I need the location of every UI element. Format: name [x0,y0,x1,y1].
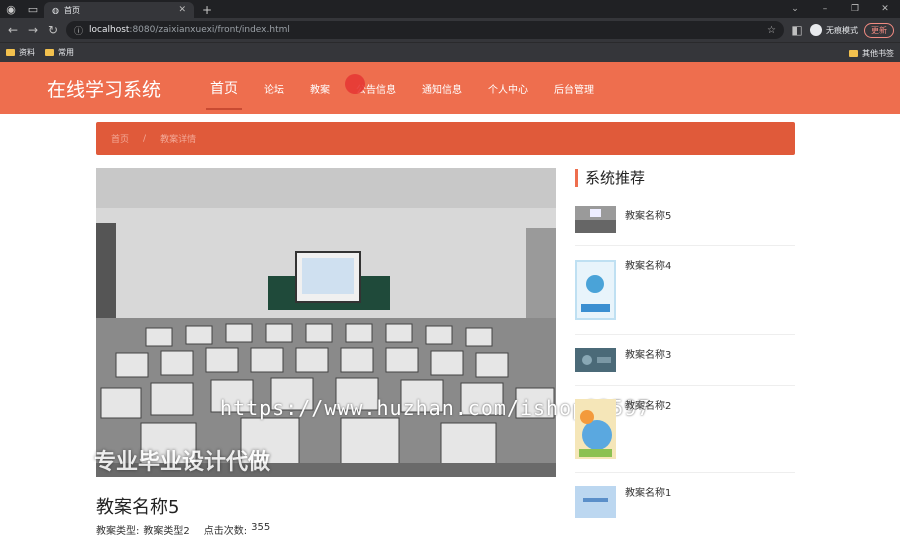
incognito-icon [810,24,822,36]
folder-icon [45,49,54,56]
update-button[interactable]: 更新 [864,22,894,38]
recommend-thumbnail[interactable] [575,260,616,320]
back-button[interactable]: ← [6,23,20,37]
recommend-item-name[interactable]: 教案名称3 [625,346,671,385]
recommend-heading: 系统推荐 [575,169,645,187]
lesson-plan-image [96,168,556,477]
nav-home[interactable]: 首页 [206,62,242,114]
star-icon[interactable]: ☆ [767,25,776,36]
breadcrumb-separator: / [143,133,147,144]
window-controls: ⌄ – ❐ ✕ [780,0,900,18]
close-window-button[interactable]: ✕ [870,0,900,18]
recommend-thumbnail[interactable] [575,399,616,459]
type-label: 教案类型: [96,526,140,537]
restore-button[interactable]: ❐ [840,0,870,18]
recommend-item[interactable]: 教案名称4 [575,246,795,335]
recommend-item-name[interactable]: 教案名称2 [625,397,671,472]
folder-icon [849,49,858,57]
browser-menu-icon[interactable]: ◉ [0,0,22,18]
url-input[interactable]: ⓘ localhost:8080/zaixianxuexi/front/inde… [66,21,784,39]
recommend-thumbnail[interactable] [575,206,616,233]
bookmark-folder-1[interactable]: 资料 [6,47,35,58]
url-text: localhost:8080/zaixianxuexi/front/index.… [89,25,290,35]
recommend-list: 教案名称5 教案名称4 教案名称3 教案名称2 教案名称1 [575,196,795,529]
site-title[interactable]: 在线学习系统 [47,75,210,102]
recommend-item-name[interactable]: 教案名称4 [625,257,671,334]
cursor-highlight [345,74,365,94]
folder-icon [6,49,15,56]
chevron-down-icon[interactable]: ⌄ [780,0,810,18]
clicks-label: 点击次数: [203,526,248,537]
recommend-thumbnail[interactable] [575,348,616,372]
browser-tab-bar: ◉ ▭ ◍ 首页 ✕ + ⌄ – ❐ ✕ [0,0,900,18]
recommend-item-name[interactable]: 教案名称1 [625,484,671,529]
nav-notifications[interactable]: 通知信息 [422,62,462,114]
incognito-label: 无痕模式 [826,25,858,35]
lesson-plan-title: 教案名称5 [96,497,180,518]
nav-lesson-plans[interactable]: 教案 [310,62,330,114]
reload-button[interactable]: ↻ [46,23,60,37]
globe-icon: ◍ [52,5,59,15]
forward-button[interactable]: → [26,23,40,37]
nav-forum[interactable]: 论坛 [264,62,284,114]
main-nav: 首页 论坛 教案 公告信息 通知信息 个人中心 后台管理 [206,62,620,114]
info-icon[interactable]: ⓘ [74,24,83,37]
nav-personal-center[interactable]: 个人中心 [488,62,528,114]
tab-strip-icon[interactable]: ▭ [22,0,44,18]
recommend-item[interactable]: 教案名称1 [575,473,795,529]
bookmarks-bar: 资料 常用 其他书签 [0,42,900,62]
nav-admin[interactable]: 后台管理 [554,62,594,114]
minimize-button[interactable]: – [810,0,840,18]
sidebar-toggle-icon[interactable]: ◧ [790,23,804,37]
incognito-indicator[interactable]: 无痕模式 [810,24,858,36]
recommend-item[interactable]: 教案名称5 [575,196,795,246]
clicks-value: 355 [251,522,271,533]
recommend-thumbnail[interactable] [575,486,616,518]
tab-title: 首页 [63,5,80,15]
watermark-text: 专业毕业设计代做 [94,450,271,475]
close-icon[interactable]: ✕ [178,5,186,15]
address-bar-row: ← → ↻ ⓘ localhost:8080/zaixianxuexi/fron… [0,18,900,42]
recommend-item[interactable]: 教案名称3 [575,335,795,386]
recommend-item-name[interactable]: 教案名称5 [625,207,671,245]
breadcrumb-home[interactable]: 首页 [111,132,129,145]
lesson-plan-meta: 教案类型: 教案类型2 点击次数: 355 [96,522,270,537]
browser-tab[interactable]: ◍ 首页 ✕ [44,2,194,18]
new-tab-button[interactable]: + [194,2,220,18]
classroom-photo [96,168,556,477]
type-value: 教案类型2 [143,526,190,537]
recommend-item[interactable]: 教案名称2 [575,386,795,473]
site-header: 在线学习系统 首页 论坛 教案 公告信息 通知信息 个人中心 后台管理 [0,62,900,114]
breadcrumb-current: 教案详情 [160,135,197,145]
bookmark-folder-2[interactable]: 常用 [45,47,74,58]
other-bookmarks[interactable]: 其他书签 [849,43,894,63]
breadcrumb: 首页 / 教案详情 [96,122,795,155]
